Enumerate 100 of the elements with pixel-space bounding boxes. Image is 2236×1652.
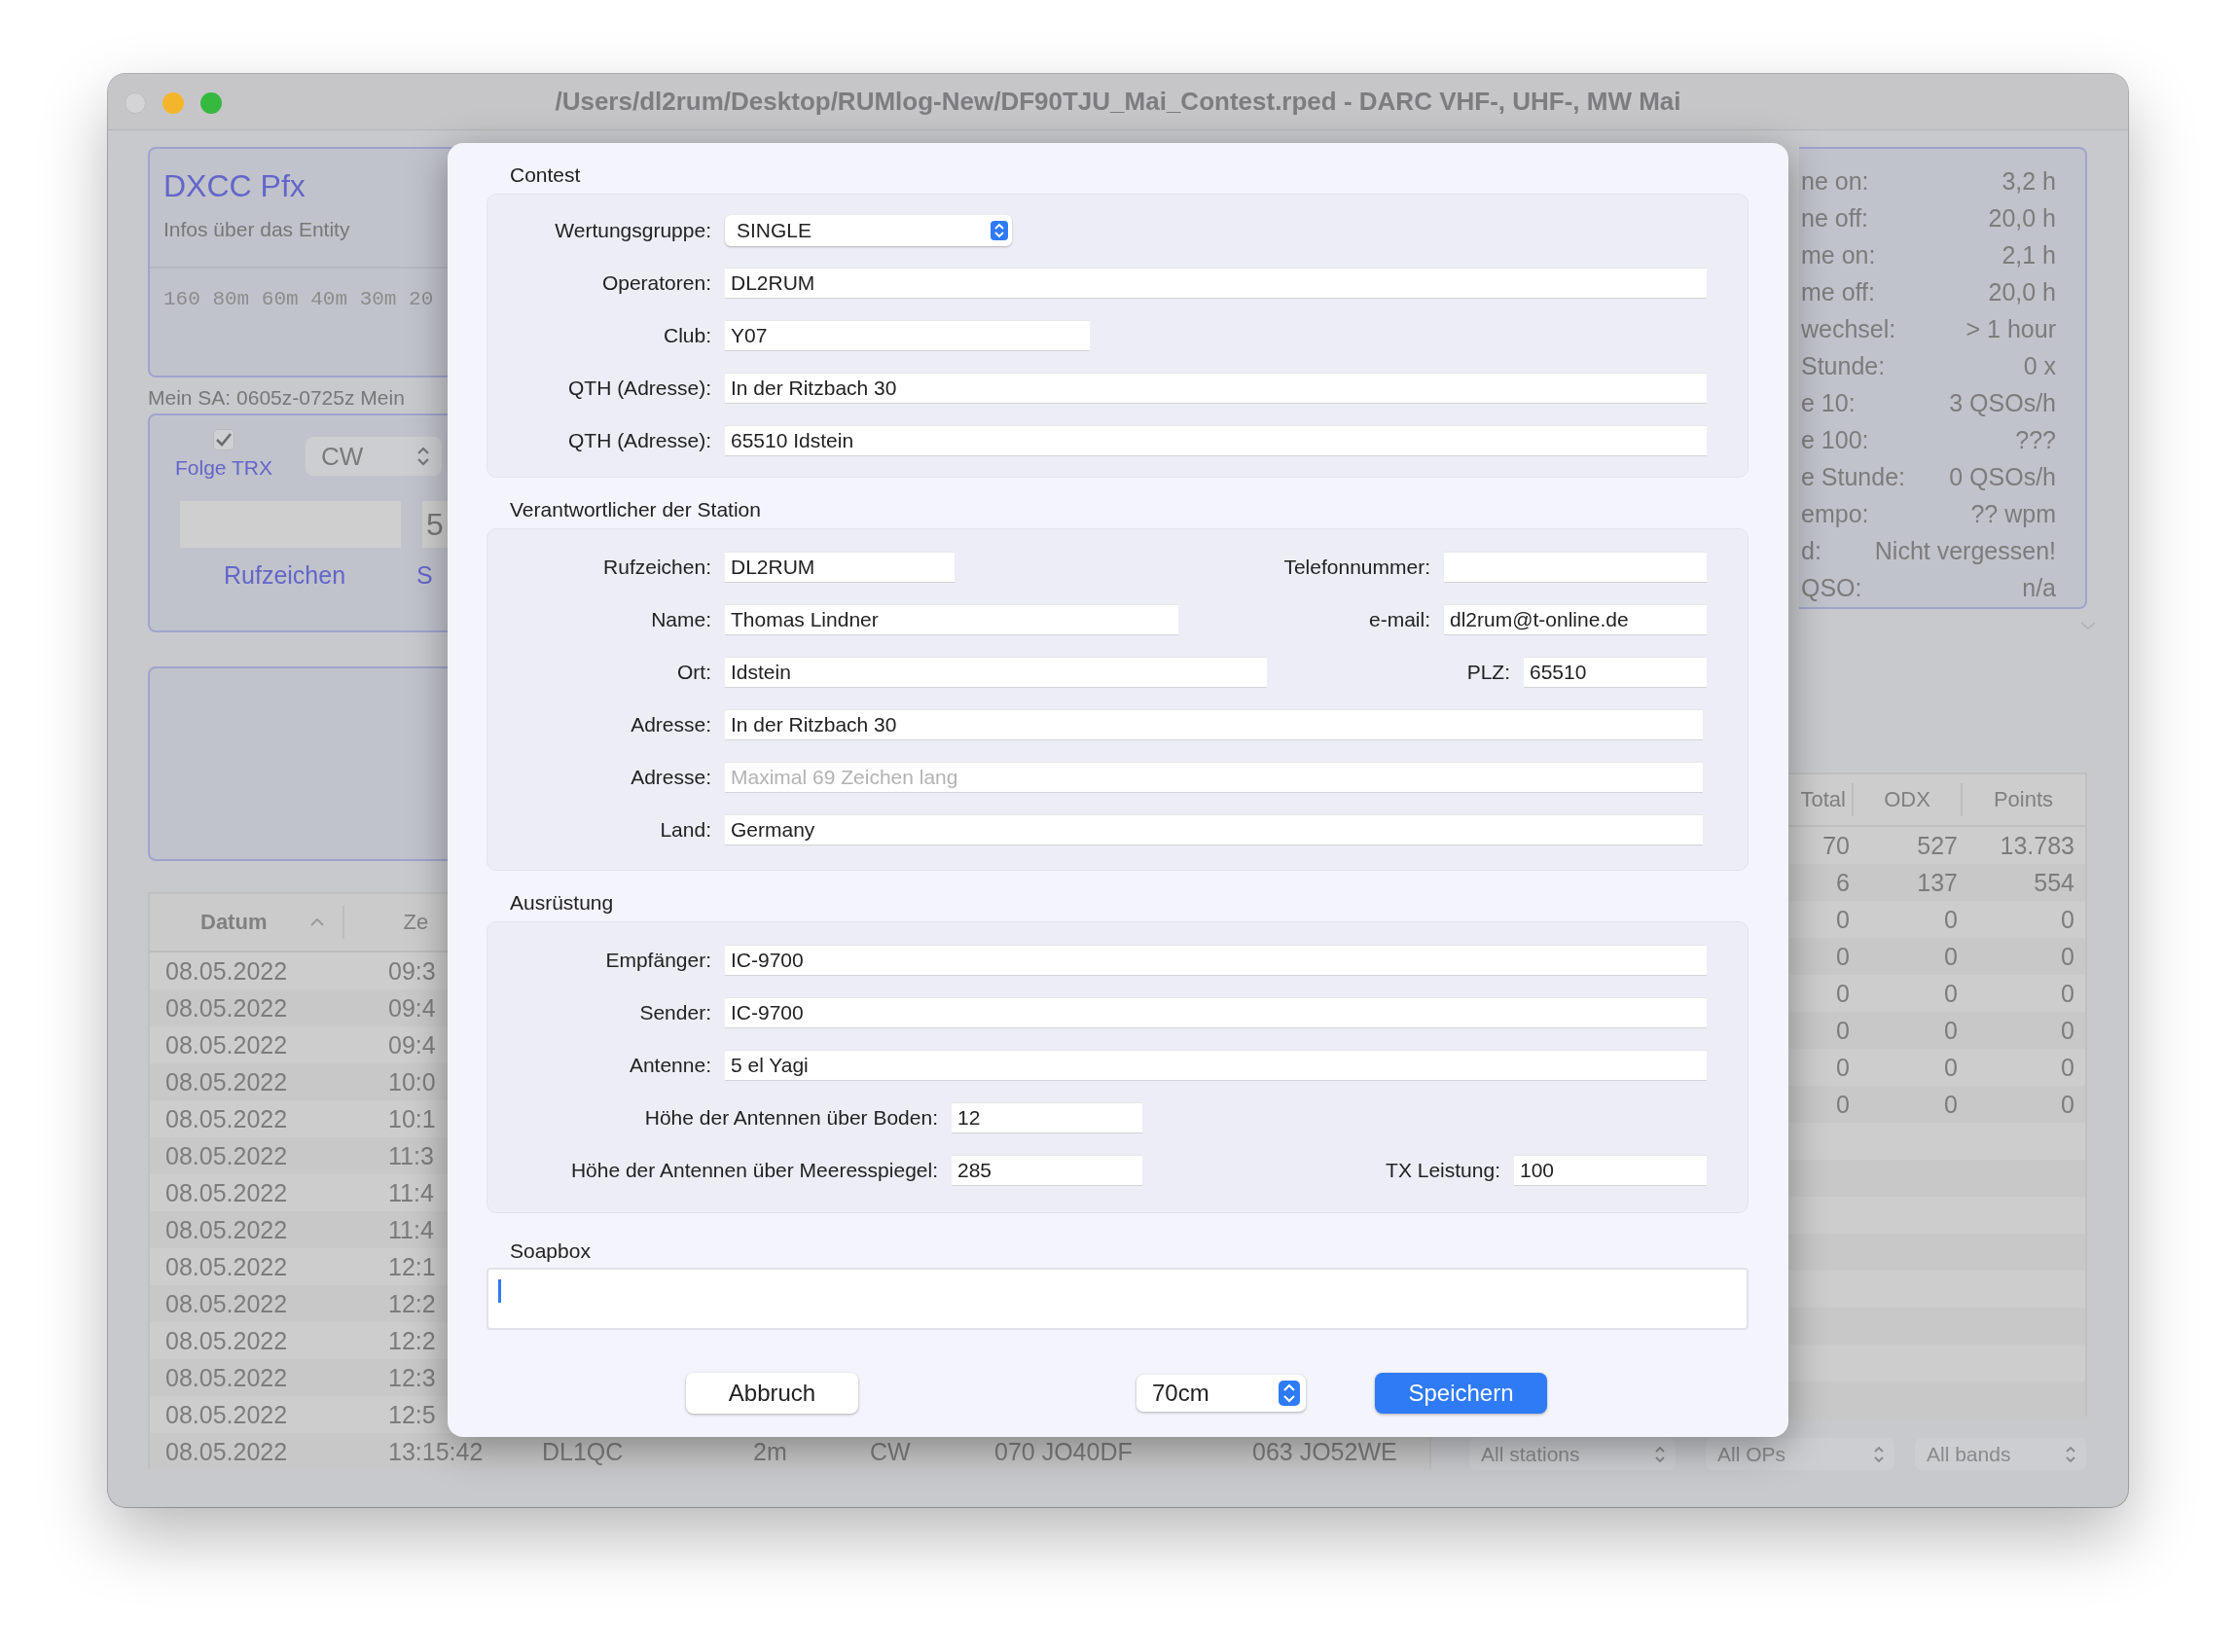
stat-label: ne off:: [1801, 203, 1869, 233]
table-cell-text: 08.05.2022: [165, 1178, 289, 1207]
table-cell-text: 0: [1943, 1016, 1958, 1045]
section-title: Verantwortlicher der Station: [510, 497, 761, 522]
table-cell: 10:1: [388, 1104, 436, 1133]
table-cell-text: 08.05.2022: [165, 1252, 289, 1281]
stat-value: ???: [2015, 425, 2056, 454]
text-field[interactable]: dl2rum@t-online.de: [1444, 604, 1707, 635]
text-field[interactable]: In der Ritzbach 30: [725, 709, 1703, 740]
band-labels: 160 80m 60m 40m 30m 20: [163, 288, 434, 310]
text-field[interactable]: DL2RUM: [725, 268, 1707, 299]
table-cell-text: 70: [1821, 831, 1850, 860]
stat-value: 0 x: [2023, 351, 2056, 380]
stat-label: empo:: [1801, 499, 1869, 528]
entity-info: Infos über das Entity: [163, 218, 350, 241]
stepper-icon: [416, 446, 430, 467]
text-field[interactable]: Y07: [725, 320, 1090, 351]
table-cell-text: 2m: [753, 1437, 788, 1466]
table-cell-text: 6: [1835, 868, 1850, 897]
section-title: Soapbox: [510, 1239, 591, 1264]
zoom-button[interactable]: [200, 92, 222, 114]
field-label: Rufzeichen: [224, 561, 346, 590]
cancel-button[interactable]: Abbruch: [686, 1373, 858, 1414]
field-label: Land:: [659, 818, 711, 842]
table-cell-text: 0: [2060, 1016, 2074, 1045]
text-field[interactable]: DL2RUM: [725, 552, 955, 583]
band-select[interactable]: 70cm: [1136, 1375, 1306, 1412]
text-field[interactable]: [1444, 552, 1707, 583]
table-cell-text: 0: [1835, 942, 1850, 971]
text-field[interactable]: 285: [952, 1155, 1142, 1186]
text-field[interactable]: 12: [952, 1102, 1142, 1133]
table-cell-text: 08.05.2022: [165, 1067, 289, 1096]
table-cell-text: 0: [2060, 905, 2074, 934]
stepper-icon: [1654, 1444, 1666, 1464]
section-title: Contest: [510, 162, 581, 188]
table-cell-text: 0: [1943, 942, 1958, 971]
stat-label: e 100:: [1801, 425, 1869, 454]
table-cell: 12:2: [388, 1326, 436, 1355]
table-cell-text: 0: [1835, 1090, 1850, 1119]
table-cell-text: 0: [1835, 979, 1850, 1008]
text-field[interactable]: 5 el Yagi: [725, 1050, 1707, 1081]
field-label: Höhe der Antennen über Meeresspiegel:: [569, 1159, 938, 1182]
stat-label: e Stunde:: [1801, 462, 1906, 491]
table-cell-text: 0: [1943, 1090, 1958, 1119]
text-field[interactable]: 65510 Idstein: [725, 425, 1707, 456]
stepper-icon: [991, 221, 1008, 240]
table-cell: 11:4: [388, 1215, 434, 1244]
stat-value: 20,0 h: [1988, 203, 2056, 233]
table-cell: 11:3: [388, 1141, 434, 1170]
table-cell-text: 08.05.2022: [165, 1215, 289, 1244]
select-field[interactable]: SINGLE: [725, 215, 1012, 246]
save-button[interactable]: Speichern: [1375, 1373, 1547, 1414]
field-label: Wertungsgruppe:: [554, 219, 711, 242]
stat-value: 3 QSOs/h: [1949, 388, 2056, 417]
text-field[interactable]: IC-9700: [725, 997, 1707, 1028]
field-label: Adresse:: [630, 713, 711, 736]
text-field[interactable]: Thomas Lindner: [725, 604, 1178, 635]
table-cell-text: 08.05.2022: [165, 1104, 289, 1133]
table-cell-text: 0: [1835, 905, 1850, 934]
table-cell: 10:0: [388, 1067, 436, 1096]
stat-label: Stunde:: [1801, 351, 1886, 380]
table-cell-text: 08.05.2022: [165, 1141, 289, 1170]
table-cell-text: 0: [2060, 979, 2074, 1008]
table-cell-text: 08.05.2022: [165, 1030, 289, 1059]
soapbox-field[interactable]: [487, 1268, 1749, 1330]
text-field[interactable]: Maximal 69 Zeichen lang: [725, 762, 1703, 793]
stat-value: 2,1 h: [2002, 240, 2056, 269]
field-label: QTH (Adresse):: [566, 377, 711, 400]
stat-value: 20,0 h: [1988, 277, 2056, 306]
table-cell-text: 137: [1916, 868, 1958, 897]
text-field[interactable]: 65510: [1524, 657, 1707, 688]
field-label: Antenne:: [628, 1054, 711, 1077]
table-cell-text: 0: [2060, 1053, 2074, 1082]
text-field[interactable]: In der Ritzbach 30: [725, 373, 1707, 404]
text-field[interactable]: IC-9700: [725, 945, 1707, 976]
field-label: TX Leistung:: [1386, 1159, 1500, 1182]
table-cell-text: 08.05.2022: [165, 956, 289, 986]
field-label: e-mail:: [1369, 608, 1430, 631]
stepper-icon: [1279, 1381, 1300, 1406]
stat-label: me on:: [1801, 240, 1876, 269]
table-cell-text: 554: [2033, 868, 2074, 897]
table-cell: 09:4: [388, 1030, 436, 1059]
table-cell-text: 08.05.2022: [165, 1400, 289, 1429]
table-cell-text: CW: [870, 1437, 912, 1466]
field-label: Sender:: [638, 1001, 711, 1024]
minimize-button[interactable]: [162, 92, 184, 114]
stat-value: 3,2 h: [2002, 166, 2056, 196]
table-cell: 12:3: [388, 1363, 436, 1392]
follow-checkbox[interactable]: [213, 429, 234, 450]
text-field[interactable]: Germany: [725, 814, 1703, 845]
field-label: Rufzeichen:: [602, 556, 711, 579]
table-cell-text: 0: [1835, 1053, 1850, 1082]
text-field[interactable]: Idstein: [725, 657, 1267, 688]
stat-value: > 1 hour: [1966, 314, 2056, 343]
stat-value: Nicht vergessen!: [1874, 536, 2056, 565]
table-cell-text: 527: [1916, 831, 1958, 860]
stat-label: ne on:: [1801, 166, 1869, 196]
table-cell: 09:3: [388, 956, 436, 986]
text-field[interactable]: 100: [1514, 1155, 1707, 1186]
table-cell-text: 08.05.2022: [165, 1289, 289, 1318]
